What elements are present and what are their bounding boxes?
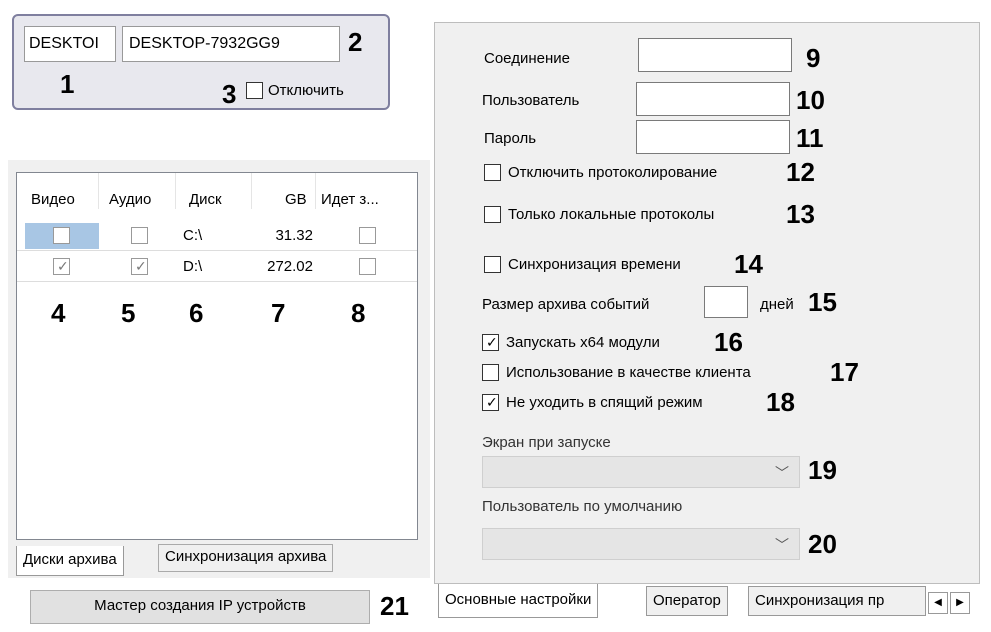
disk-cell: D:\ [183, 258, 203, 275]
run-x64-label: Запускать x64 модули [506, 334, 660, 351]
header-divider [98, 173, 99, 209]
marker-16: 16 [714, 327, 743, 357]
local-logs-checkbox[interactable] [484, 206, 501, 223]
table-row[interactable]: ✓ ✓ D:\ 272.02 [17, 252, 417, 282]
marker-20: 20 [808, 529, 837, 559]
audio-checkbox[interactable]: ✓ [131, 258, 148, 275]
no-sleep-label: Не уходить в спящий режим [506, 394, 703, 411]
recording-checkbox[interactable] [359, 258, 376, 275]
tab-main-settings[interactable]: Основные настройки [438, 584, 599, 618]
marker-10: 10 [796, 85, 825, 115]
marker-7: 7 [271, 298, 286, 328]
tab-archive-sync[interactable]: Синхронизация архива [158, 544, 334, 572]
user-label: Пользователь [482, 92, 580, 109]
marker-5: 5 [121, 298, 136, 328]
header-divider [175, 173, 176, 209]
col-header-disk[interactable]: Диск [189, 191, 222, 209]
col-header-gb[interactable]: GB [285, 191, 307, 209]
local-logs-label: Только локальные протоколы [508, 206, 715, 223]
marker-8: 8 [351, 298, 366, 328]
no-sleep-checkbox[interactable]: ✓ [482, 394, 499, 411]
disable-checkbox[interactable] [246, 82, 263, 99]
startup-screen-label: Экран при запуске [482, 434, 611, 451]
startup-screen-dropdown[interactable]: ﹀ [482, 456, 800, 488]
ip-device-wizard-button[interactable]: Мастер создания IP устройств [30, 590, 370, 624]
marker-21: 21 [380, 591, 409, 621]
col-header-recording[interactable]: Идет з... [321, 191, 379, 209]
table-row[interactable]: C:\ 31.32 [17, 221, 417, 251]
disks-table: Видео Аудио Диск GB Идет з... C:\ 31.32 … [16, 172, 418, 540]
marker-9: 9 [806, 43, 821, 73]
computer-short-name: DESKTOI [29, 35, 99, 52]
tab-operator[interactable]: Оператор [646, 586, 728, 616]
recording-checkbox[interactable] [359, 227, 376, 244]
chevron-down-icon: ﹀ [775, 465, 789, 481]
computer-full-name: DESKTOP-7932GG9 [129, 35, 280, 52]
event-archive-label: Размер архива событий [482, 296, 650, 313]
connection-input[interactable] [638, 38, 792, 72]
gb-cell: 31.32 [275, 227, 313, 244]
tab-archive-disks[interactable]: Диски архива [16, 546, 124, 576]
client-use-label: Использование в качестве клиента [506, 364, 751, 381]
marker-2: 2 [348, 27, 363, 57]
marker-4: 4 [51, 298, 66, 328]
marker-1: 1 [60, 69, 75, 99]
marker-19: 19 [808, 455, 837, 485]
password-input[interactable] [636, 120, 790, 154]
marker-12: 12 [786, 157, 815, 187]
time-sync-label: Синхронизация времени [508, 256, 681, 273]
marker-15: 15 [808, 287, 837, 317]
col-header-audio[interactable]: Аудио [109, 191, 151, 209]
disk-cell: C:\ [183, 227, 203, 244]
disable-label: Отключить [268, 82, 344, 99]
chevron-down-icon: ﹀ [775, 537, 789, 553]
col-header-video[interactable]: Видео [31, 191, 75, 209]
user-input[interactable] [636, 82, 790, 116]
tab-scroll-right-button[interactable]: ▶ [950, 592, 970, 614]
event-archive-days-input[interactable] [704, 286, 748, 318]
client-use-checkbox[interactable] [482, 364, 499, 381]
gb-cell: 272.02 [267, 258, 313, 275]
days-label: дней [760, 296, 794, 313]
tab-sync[interactable]: Синхронизация пр [748, 586, 926, 616]
audio-checkbox[interactable] [131, 227, 148, 244]
marker-11: 11 [796, 123, 824, 153]
time-sync-checkbox[interactable] [484, 256, 501, 273]
connection-label: Соединение [484, 50, 570, 67]
default-user-dropdown[interactable]: ﹀ [482, 528, 800, 560]
marker-14: 14 [734, 249, 763, 279]
marker-18: 18 [766, 387, 795, 417]
password-label: Пароль [484, 130, 537, 147]
tab-sync-label: Синхронизация пр [755, 592, 885, 609]
video-checkbox[interactable]: ✓ [53, 258, 70, 275]
computer-full-name-field[interactable]: DESKTOP-7932GG9 [122, 26, 340, 62]
default-user-label: Пользователь по умолчанию [482, 498, 683, 515]
computer-short-name-field[interactable]: DESKTOI [24, 26, 116, 62]
header-divider [315, 173, 316, 209]
tab-scroll-left-button[interactable]: ◀ [928, 592, 948, 614]
disable-logging-checkbox[interactable] [484, 164, 501, 181]
run-x64-checkbox[interactable]: ✓ [482, 334, 499, 351]
video-checkbox[interactable] [53, 227, 70, 244]
marker-3: 3 [222, 79, 237, 109]
marker-13: 13 [786, 199, 815, 229]
header-divider [251, 173, 252, 209]
disable-logging-label: Отключить протоколирование [508, 164, 718, 181]
marker-17: 17 [830, 357, 859, 387]
marker-6: 6 [189, 298, 204, 328]
